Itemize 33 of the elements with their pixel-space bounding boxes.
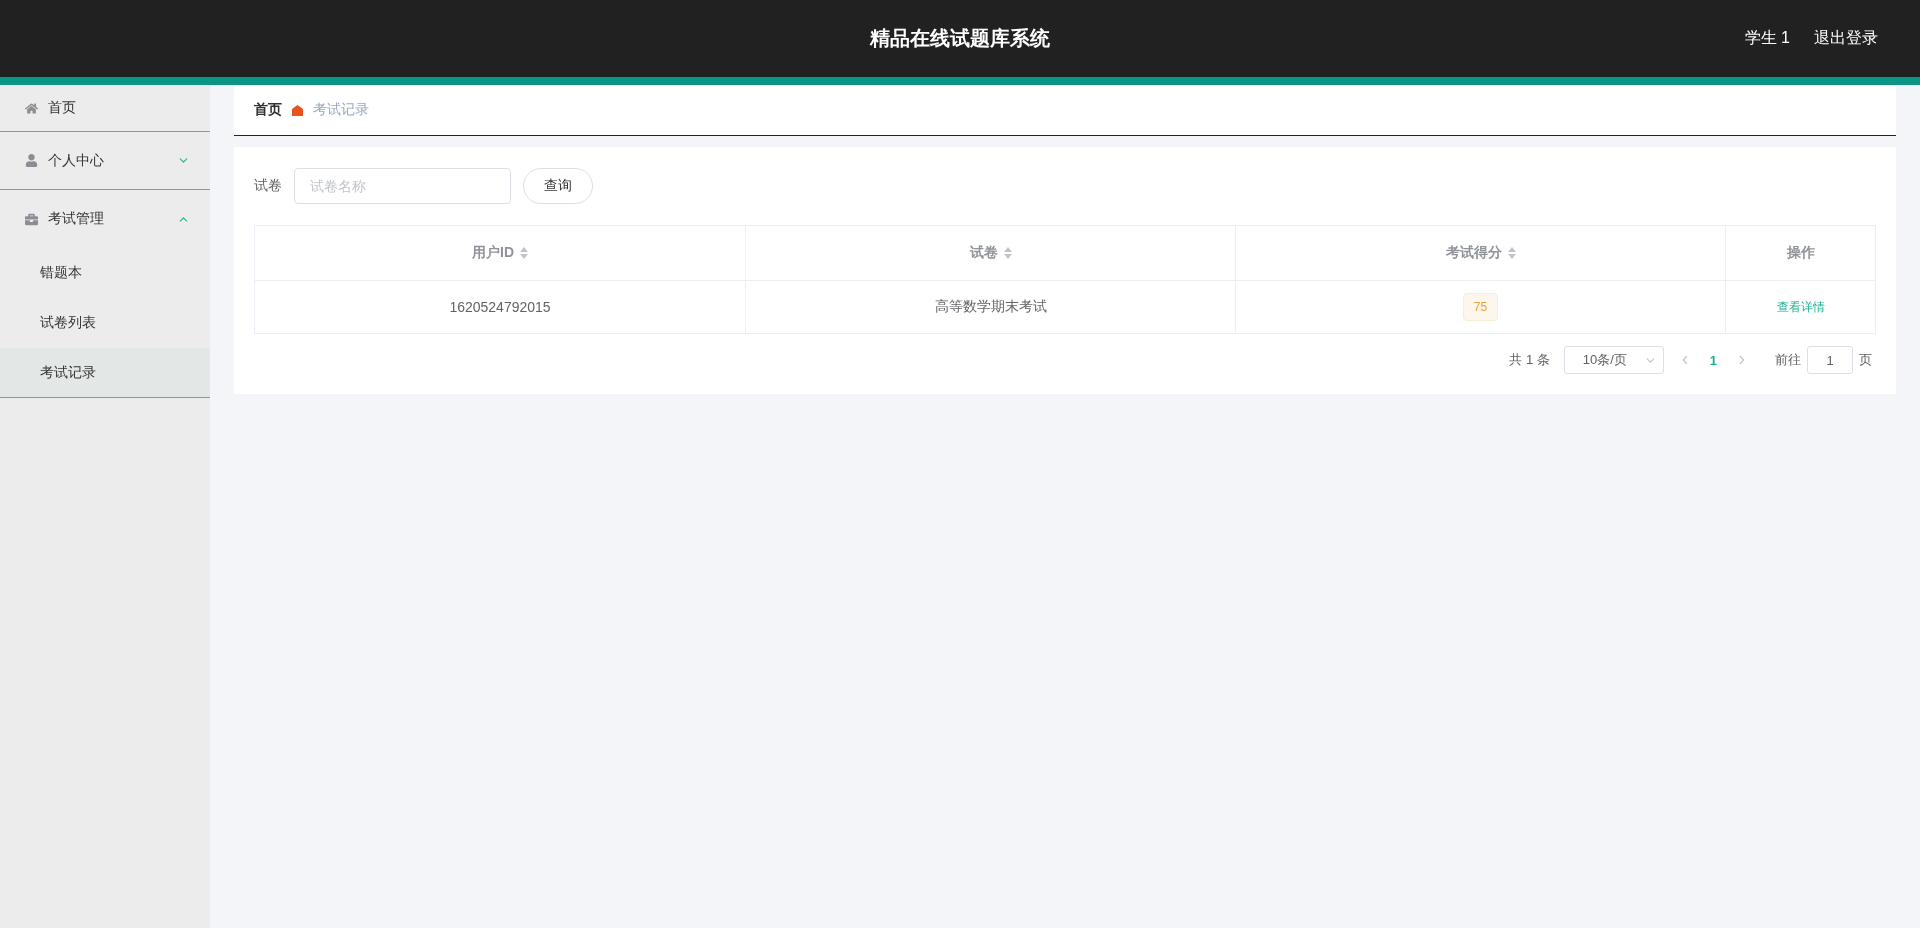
table-cell: 高等数学期末考试 [746,281,1236,334]
column-title: 试卷 [969,244,998,262]
briefcase-icon [25,212,38,226]
breadcrumb-item[interactable]: 首页 [254,101,282,119]
user-icon [25,154,38,167]
page-input[interactable]: 1 [1807,346,1853,374]
total-count: 共 1 条 [1509,351,1550,369]
submenu-item[interactable]: 考试记录 [0,348,210,398]
user-name[interactable]: 学生 1 [1744,28,1790,49]
sidebar-item[interactable]: 个人中心 [0,132,210,190]
sort-icon[interactable] [1507,247,1516,259]
submenu-item[interactable]: 试卷列表 [0,298,210,348]
search-label: 试卷 [254,177,282,195]
column-title: 用户ID [472,244,514,262]
breadcrumb-item: 考试记录 [313,101,369,119]
sidebar-item[interactable]: 考试管理 [0,190,210,248]
table-cell: 1620524792015 [255,281,746,334]
page-suffix: 页 [1859,351,1872,369]
sort-icon[interactable] [1003,247,1012,259]
column-title: 考试得分 [1445,244,1502,262]
search-button[interactable]: 查询 [523,168,593,204]
sidebar-item[interactable]: 首页 [0,85,210,132]
app-title: 精品在线试题库系统 [870,27,1050,49]
sort-icon[interactable] [520,247,528,259]
home-icon [25,101,38,115]
home-icon [292,104,303,116]
goto-label: 前往 [1775,351,1801,369]
score-tag: 75 [1462,293,1499,321]
column-title: 操作 [1786,244,1815,262]
logout-link[interactable]: 退出登录 [1814,28,1878,49]
search-field[interactable]: 试卷名称 [294,168,511,204]
page-size-select[interactable]: 10条/页 [1563,346,1664,374]
submenu-item[interactable]: 错题本 [0,248,210,298]
